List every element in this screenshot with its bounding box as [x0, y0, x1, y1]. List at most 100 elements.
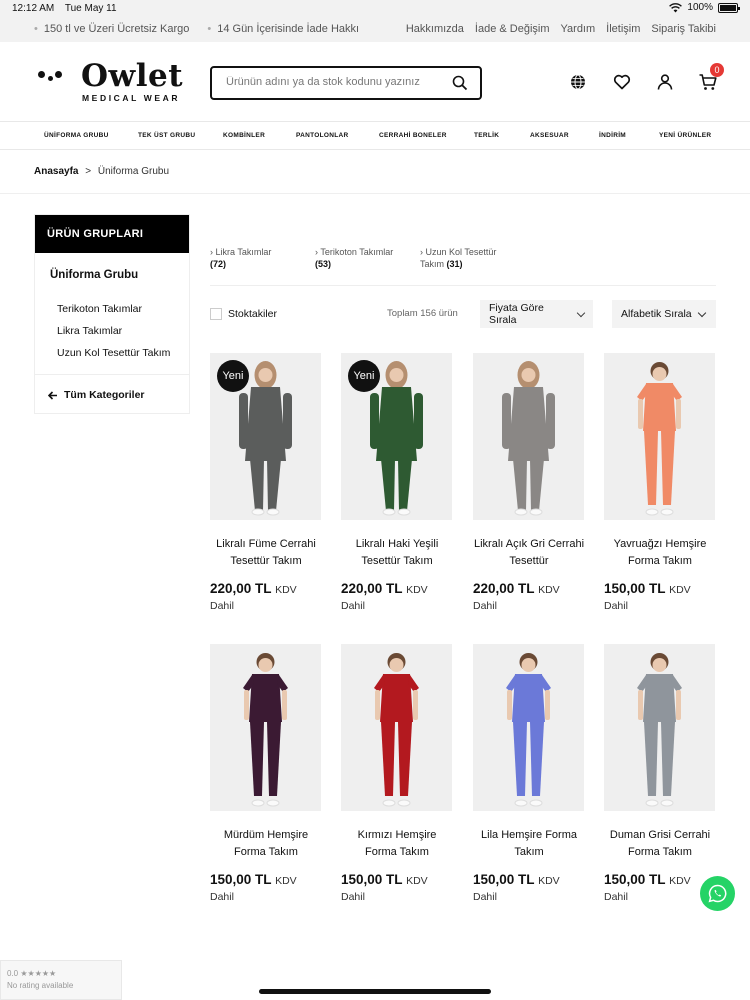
nav-uniforma-grubu[interactable]: ÜNİFORMA GRUBU — [44, 132, 109, 139]
sort-alphabetic-dropdown[interactable]: Alfabetik Sırala — [612, 300, 716, 328]
product-image[interactable] — [473, 644, 584, 811]
heart-icon[interactable] — [612, 72, 632, 92]
globe-icon[interactable] — [568, 72, 588, 92]
link-returns[interactable]: İade & Değişim — [475, 23, 550, 35]
price-amount: 220,00 TL — [210, 581, 272, 596]
battery-percent: 100% — [687, 2, 713, 13]
product-card[interactable]: Duman Grisi Cerrahi Forma Takım 150,00 TL… — [604, 644, 716, 903]
product-price: 220,00 TL KDV — [473, 581, 585, 596]
in-stock-checkbox[interactable] — [210, 308, 222, 320]
price-amount: 150,00 TL — [473, 872, 535, 887]
price-amount: 150,00 TL — [210, 872, 272, 887]
price-tax-suffix: KDV — [538, 875, 560, 887]
product-title[interactable]: Likralı Açık Gri Cerrahi Tesettür — [473, 536, 585, 572]
product-card[interactable]: Yavruağzı Hemşire Forma Takım 150,00 TL K… — [604, 353, 716, 612]
link-order-tracking[interactable]: Sipariş Takibi — [651, 23, 716, 35]
nav-tek-ust-grubu[interactable]: TEK ÜST GRUBU — [138, 132, 195, 139]
sidebar-item-uzun-kol[interactable]: Uzun Kol Tesettür Takım — [57, 347, 170, 359]
price-tax-suffix: KDV — [275, 875, 297, 887]
nav-indirim[interactable]: İNDİRİM — [599, 132, 626, 139]
product-price: 150,00 TL KDV — [604, 872, 716, 887]
rating-text: No rating available — [7, 981, 74, 990]
user-icon[interactable] — [655, 72, 675, 92]
sidebar-title: ÜRÜN GRUPLARI — [35, 215, 189, 253]
product-image[interactable]: Yeni — [210, 353, 321, 520]
product-image[interactable] — [210, 644, 321, 811]
price-tax-note: Dahil — [210, 891, 234, 903]
product-title[interactable]: Duman Grisi Cerrahi Forma Takım — [604, 827, 716, 863]
subcategory-name: Terikoton Takımlar — [320, 247, 394, 257]
nav-aksesuar[interactable]: AKSESUAR — [530, 132, 569, 139]
site-logo[interactable]: Owlet MEDICAL WEAR — [38, 58, 188, 106]
whatsapp-button[interactable] — [700, 876, 735, 911]
cart-count-badge: 0 — [710, 63, 724, 77]
rating-widget[interactable]: 0.0 ★★★★★ No rating available — [0, 960, 122, 1000]
product-title[interactable]: Likralı Füme Cerrahi Tesettür Takım — [210, 536, 322, 572]
subcategory-name: Likra Takımlar — [215, 247, 272, 257]
nav-pantolonlar[interactable]: PANTOLONLAR — [296, 132, 349, 139]
sidebar-item-terikoton[interactable]: Terikoton Takımlar — [57, 303, 142, 315]
all-categories-link[interactable]: Tüm Kategoriler — [48, 389, 145, 401]
logo-tagline: MEDICAL WEAR — [82, 93, 181, 103]
chevron-down-icon — [576, 308, 586, 317]
price-tax-note: Dahil — [341, 891, 365, 903]
nav-cerrahi-boneler[interactable]: CERRAHİ BONELER — [379, 132, 447, 139]
product-price: 150,00 TL KDV — [604, 581, 716, 596]
subcategory-count: (53) — [315, 259, 332, 269]
price-tax-suffix: KDV — [538, 584, 560, 596]
price-tax-suffix: KDV — [669, 875, 691, 887]
product-title[interactable]: Mürdüm Hemşire Forma Takım — [210, 827, 322, 863]
product-image[interactable] — [604, 644, 715, 811]
new-badge: Yeni — [217, 360, 249, 392]
category-sidebar: ÜRÜN GRUPLARI Üniforma Grubu Terikoton T… — [34, 214, 190, 414]
product-card[interactable]: Mürdüm Hemşire Forma Takım 150,00 TL KDV D… — [210, 644, 322, 903]
product-title[interactable]: Yavruağzı Hemşire Forma Takım — [604, 536, 716, 572]
nav-terlik[interactable]: TERLİK — [474, 132, 499, 139]
subcategory-likra[interactable]: › Likra Takımlar (72) — [210, 246, 300, 270]
product-photo — [637, 362, 682, 516]
status-bar: 12:12 AM Tue May 11 100% — [0, 0, 750, 17]
product-price: 220,00 TL KDV — [341, 581, 453, 596]
price-amount: 150,00 TL — [604, 872, 666, 887]
sidebar-group-title[interactable]: Üniforma Grubu — [50, 269, 138, 281]
product-price: 150,00 TL KDV — [341, 872, 453, 887]
link-about[interactable]: Hakkımızda — [406, 23, 464, 35]
product-card[interactable]: Lila Hemşire Forma Takım 150,00 TL KDV Dah… — [473, 644, 585, 903]
product-title[interactable]: Kırmızı Hemşire Forma Takım — [341, 827, 453, 863]
sort-by-price-dropdown[interactable]: Fiyata Göre Sırala — [480, 300, 593, 328]
product-image[interactable]: Yeni — [341, 353, 452, 520]
product-image[interactable] — [604, 353, 715, 520]
product-card[interactable]: Yeni Likralı Füme Cerrahi Tesettür Takım 2… — [210, 353, 322, 612]
product-card[interactable]: Likralı Açık Gri Cerrahi Tesettür 220,00 … — [473, 353, 585, 612]
product-image[interactable] — [341, 644, 452, 811]
promo-free-shipping: 150 tl ve Üzeri Ücretsiz Kargo — [34, 23, 190, 35]
search-input[interactable] — [226, 76, 446, 88]
link-contact[interactable]: İletişim — [606, 23, 640, 35]
product-photo — [506, 653, 551, 807]
product-title[interactable]: Likralı Haki Yeşili Tesettür Takım — [341, 536, 453, 572]
breadcrumb-separator: > — [85, 166, 92, 177]
price-tax-note: Dahil — [210, 600, 234, 612]
product-photo — [243, 653, 288, 807]
main-nav: ÜNİFORMA GRUBU TEK ÜST GRUBU KOMBİNLER P… — [0, 121, 750, 150]
header-actions: 0 — [568, 63, 728, 96]
subcategory-uzun-kol[interactable]: › Uzun Kol Tesettür Takım (31) — [420, 246, 520, 270]
product-price: 150,00 TL KDV — [473, 872, 585, 887]
owl-eyes-icon — [38, 66, 68, 84]
subcategory-count: (72) — [210, 259, 227, 269]
product-title[interactable]: Lila Hemşire Forma Takım — [473, 827, 585, 863]
in-stock-filter[interactable]: Stoktakiler — [210, 308, 277, 320]
arrow-left-icon — [48, 390, 57, 400]
search-icon[interactable] — [452, 75, 468, 91]
nav-kombinler[interactable]: KOMBİNLER — [223, 132, 265, 139]
breadcrumb-home[interactable]: Anasayfa — [34, 166, 78, 177]
product-card[interactable]: Kırmızı Hemşire Forma Takım 150,00 TL KDV… — [341, 644, 453, 903]
product-card[interactable]: Yeni Likralı Haki Yeşili Tesettür Takım 22… — [341, 353, 453, 612]
home-indicator — [259, 989, 491, 994]
nav-yeni-urunler[interactable]: YENİ ÜRÜNLER — [659, 132, 711, 139]
subcategory-terikoton[interactable]: › Terikoton Takımlar (53) — [315, 246, 395, 270]
rating-score: 0.0 ★★★★★ — [7, 969, 57, 978]
sidebar-item-likra[interactable]: Likra Takımlar — [57, 325, 122, 337]
link-help[interactable]: Yardım — [561, 23, 596, 35]
product-image[interactable] — [473, 353, 584, 520]
